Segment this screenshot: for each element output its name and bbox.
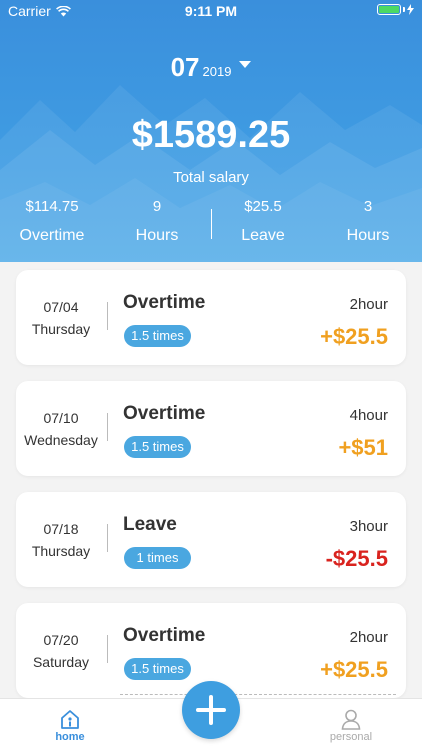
summary-stats: $114.75 Overtime 9 Hours $25.5 Leave 3 H… [0, 198, 422, 254]
record-date-day: 07/10 [43, 410, 79, 426]
record-amount: +$51 [338, 435, 388, 460]
overtime-amount-stat: $114.75 Overtime [2, 198, 102, 245]
record-divider [107, 413, 108, 441]
stat-label: Leave [241, 227, 285, 244]
tab-home[interactable]: home [30, 699, 110, 751]
record-hours: 4hour [349, 407, 388, 424]
record-weekday: Wednesday [24, 432, 98, 448]
rate-badge: 1.5 times [124, 436, 191, 458]
record-date: 07/04 Thursday [16, 296, 106, 340]
record-divider [107, 635, 108, 663]
record-card[interactable]: 07/10 Wednesday Overtime 1.5 times 4hour… [16, 381, 406, 476]
record-amount: -$25.5 [325, 546, 388, 571]
record-card[interactable]: 07/18 Thursday Leave 1 times 3hour -$25.… [16, 492, 406, 587]
record-type: Overtime [123, 292, 206, 313]
month-selector[interactable]: 07 2019 [0, 52, 422, 83]
home-icon [61, 710, 79, 729]
stat-value: $25.5 [244, 198, 282, 215]
status-bar: Carrier 9:11 PM [0, 0, 422, 22]
record-hours: 2hour [349, 296, 388, 313]
stat-label: Hours [135, 227, 179, 244]
total-salary-label: Total salary [173, 169, 249, 186]
record-type: Leave [123, 514, 177, 535]
add-record-button[interactable] [182, 681, 240, 739]
record-date-day: 07/04 [43, 299, 79, 315]
record-hours: 3hour [349, 518, 388, 535]
tab-personal[interactable]: personal [311, 699, 391, 751]
tab-home-label: home [55, 731, 85, 743]
battery-icon [377, 4, 414, 15]
stat-value: $114.75 [25, 198, 79, 215]
charging-bolt-icon [407, 4, 414, 15]
leave-hours-stat: 3 Hours [318, 198, 418, 245]
person-icon [341, 709, 361, 730]
stat-label: Hours [346, 227, 390, 244]
tab-personal-label: personal [329, 731, 373, 743]
record-type: Overtime [123, 403, 206, 424]
record-weekday: Saturday [32, 654, 90, 670]
stat-value: 3 [363, 198, 373, 215]
rate-badge: 1.5 times [124, 658, 191, 680]
month-value: 07 [170, 52, 200, 82]
leave-amount-stat: $25.5 Leave [213, 198, 313, 245]
dashed-separator [120, 694, 396, 695]
record-type: Overtime [123, 625, 206, 646]
record-amount: +$25.5 [320, 657, 388, 682]
stats-divider [211, 209, 212, 239]
record-date: 07/10 Wednesday [16, 407, 106, 451]
rate-badge: 1.5 times [124, 325, 191, 347]
record-date: 07/20 Saturday [16, 629, 106, 673]
header: Carrier 9:11 PM 07 2019 $1589.25 Total s… [0, 0, 422, 262]
overtime-hours-stat: 9 Hours [107, 198, 207, 245]
total-salary-amount: $1589.25 [131, 114, 291, 156]
record-date-day: 07/20 [43, 632, 79, 648]
rate-badge: 1 times [124, 547, 191, 569]
record-weekday: Thursday [31, 543, 91, 559]
record-card[interactable]: 07/04 Thursday Overtime 1.5 times 2hour … [16, 270, 406, 365]
record-weekday: Thursday [31, 321, 91, 337]
record-amount: +$25.5 [320, 324, 388, 349]
record-divider [107, 302, 108, 330]
record-date-day: 07/18 [43, 521, 79, 537]
caret-down-icon [239, 61, 252, 68]
record-divider [107, 524, 108, 552]
record-hours: 2hour [349, 629, 388, 646]
stat-value: 9 [152, 198, 162, 215]
year-value: 2019 [202, 64, 232, 79]
clock: 9:11 PM [184, 3, 238, 19]
record-date: 07/18 Thursday [16, 518, 106, 562]
stat-label: Overtime [19, 227, 85, 244]
